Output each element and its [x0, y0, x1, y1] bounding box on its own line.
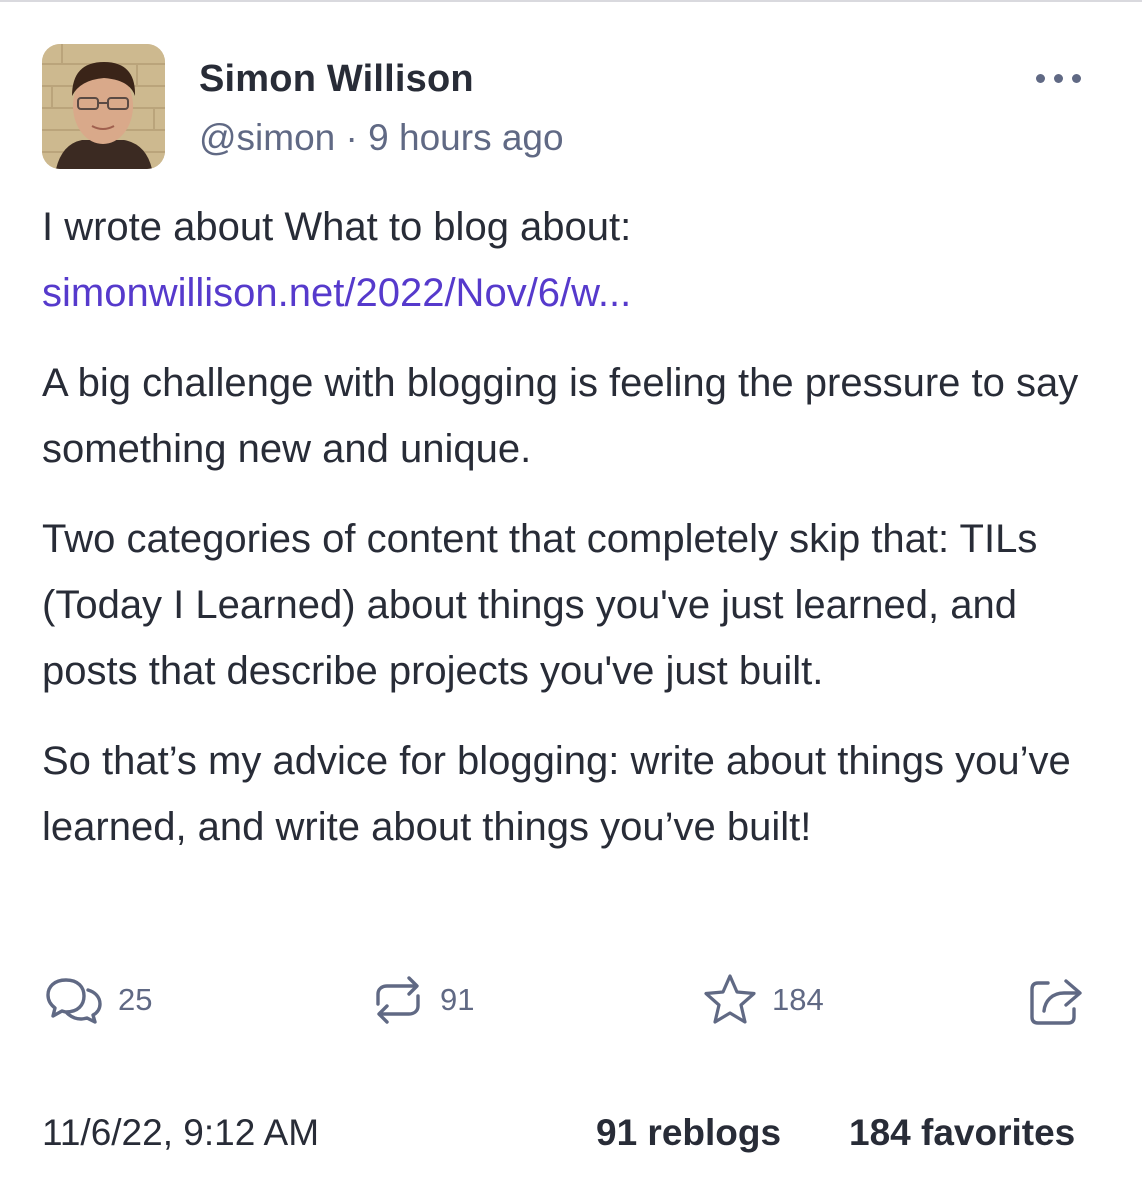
- post-card: Simon Willison @simon · 9 hours ago I wr…: [0, 0, 1142, 1200]
- reblog-count: 91: [440, 982, 475, 1017]
- reply-button[interactable]: 25: [44, 970, 152, 1030]
- post-intro: I wrote about What to blog about:: [42, 205, 632, 249]
- star-icon: [704, 974, 756, 1024]
- reblogs-link[interactable]: 91 reblogs: [596, 1112, 781, 1154]
- meta-separator: ·: [345, 117, 358, 158]
- avatar[interactable]: [42, 44, 165, 169]
- favorite-button[interactable]: 184: [702, 970, 824, 1030]
- post-paragraph: So that’s my advice for blogging: write …: [42, 739, 1071, 849]
- relative-time[interactable]: 9 hours ago: [368, 117, 563, 158]
- reply-icon: [46, 978, 102, 1024]
- post-timestamp[interactable]: 11/6/22, 9:12 AM: [42, 1112, 319, 1154]
- reblog-button[interactable]: 91: [370, 970, 474, 1030]
- post-meta: @simon · 9 hours ago: [199, 117, 564, 159]
- handle[interactable]: @simon: [199, 117, 335, 158]
- favorite-count: 184: [772, 982, 824, 1017]
- reblog-icon: [376, 976, 420, 1024]
- post-link[interactable]: simonwillison.net/2022/Nov/6/w...: [42, 271, 631, 315]
- post-paragraph: A big challenge with blogging is feeling…: [42, 361, 1079, 471]
- dot: [1053, 73, 1063, 83]
- post-paragraph: Two categories of content that completel…: [42, 517, 1038, 693]
- post-content: I wrote about What to blog about: simonw…: [42, 194, 1112, 884]
- reply-count: 25: [118, 982, 153, 1017]
- favorites-link[interactable]: 184 favorites: [849, 1112, 1075, 1154]
- post-paragraph: I wrote about What to blog about: simonw…: [42, 194, 1112, 326]
- display-name[interactable]: Simon Willison: [199, 58, 474, 101]
- dot: [1071, 73, 1081, 83]
- dot: [1035, 73, 1045, 83]
- more-options-icon[interactable]: [1012, 54, 1104, 102]
- share-button[interactable]: [1028, 970, 1084, 1030]
- profile-photo: [42, 44, 165, 169]
- share-icon: [1030, 979, 1082, 1025]
